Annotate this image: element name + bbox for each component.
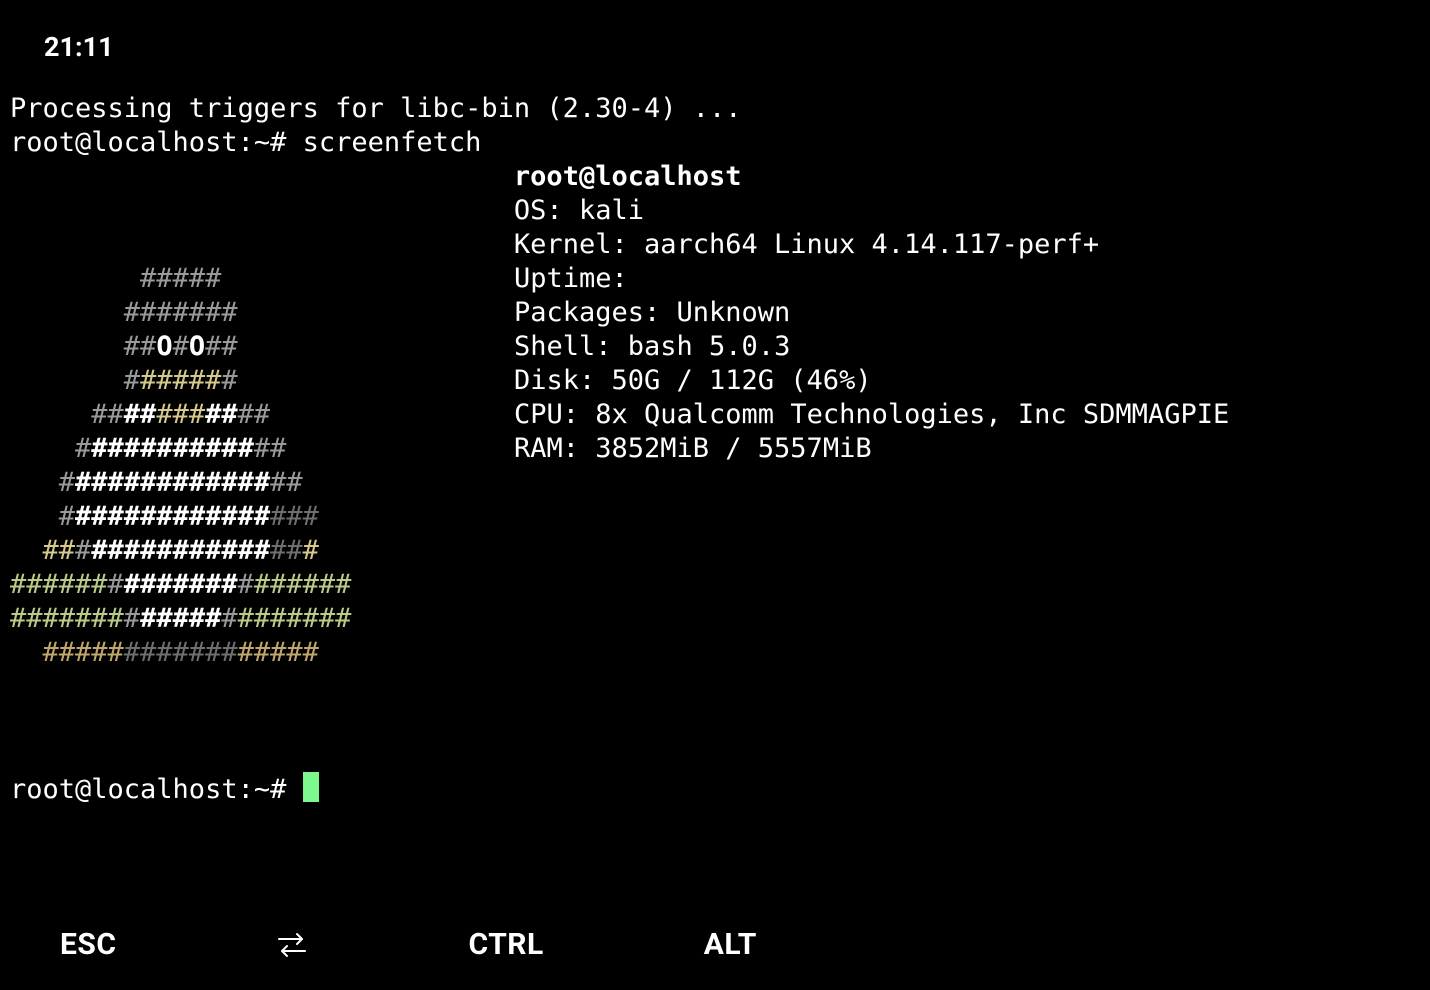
tab-key[interactable] (276, 932, 308, 958)
status-bar: 21:11 (0, 0, 1430, 74)
status-time: 21:11 (44, 31, 114, 63)
alt-key[interactable]: ALT (704, 928, 757, 962)
esc-key[interactable]: ESC (60, 928, 116, 962)
cursor (303, 772, 319, 802)
terminal-output[interactable]: Processing triggers for libc-bin (2.30-4… (0, 74, 1430, 900)
key-toolbar: ESC CTRL ALT (0, 900, 1430, 990)
ctrl-key[interactable]: CTRL (468, 928, 543, 962)
